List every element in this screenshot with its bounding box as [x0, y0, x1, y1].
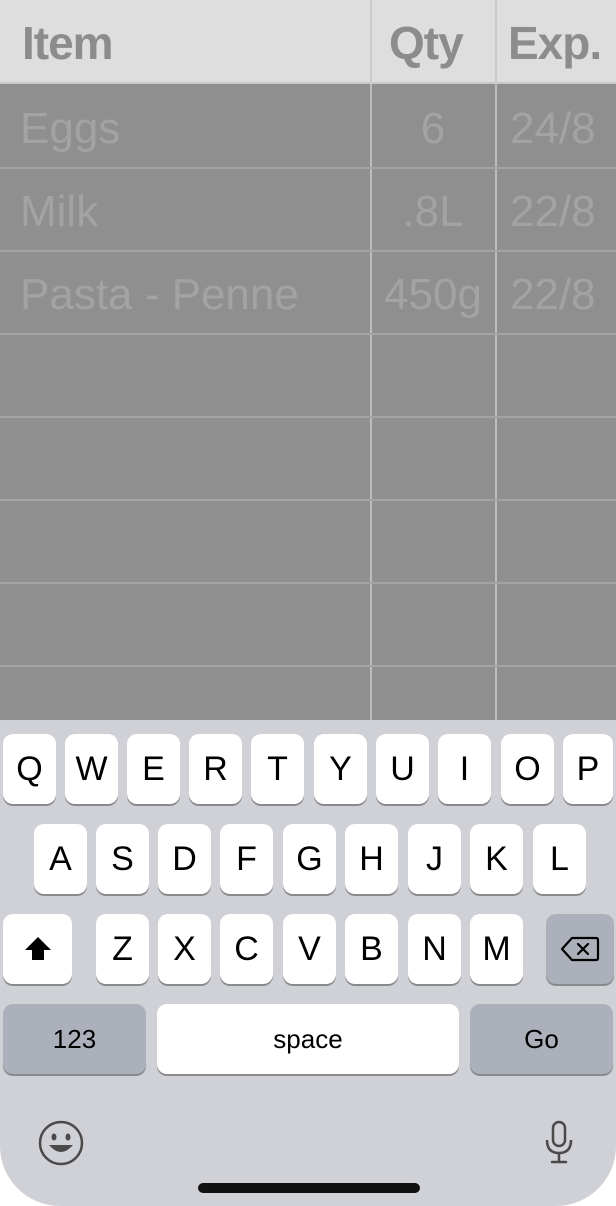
key-h[interactable]: H: [345, 824, 398, 894]
key-v[interactable]: V: [283, 914, 336, 984]
column-divider: [370, 0, 372, 84]
key-o[interactable]: O: [501, 734, 554, 804]
shift-key[interactable]: [3, 914, 72, 984]
key-b[interactable]: B: [345, 914, 398, 984]
item-cell[interactable]: [20, 501, 365, 582]
table-row[interactable]: [0, 584, 616, 667]
key-u[interactable]: U: [376, 734, 429, 804]
table-row[interactable]: [0, 418, 616, 501]
table-row[interactable]: [0, 667, 616, 720]
on-screen-keyboard: Q W E R T Y U I O P A S D F G H J K L Z …: [0, 720, 616, 1206]
shift-icon: [23, 935, 53, 963]
key-r[interactable]: R: [189, 734, 242, 804]
exp-cell[interactable]: 22/8: [510, 252, 616, 333]
pantry-table: Item Qty Exp. Eggs 6 24/8 Milk .8L 22/8 …: [0, 0, 616, 720]
exp-cell[interactable]: 24/8: [510, 86, 616, 167]
key-k[interactable]: K: [470, 824, 523, 894]
key-z[interactable]: Z: [96, 914, 149, 984]
delete-key[interactable]: [546, 914, 614, 984]
qty-cell[interactable]: 450g: [372, 252, 494, 333]
header-qty: Qty: [389, 17, 464, 69]
space-key[interactable]: space: [157, 1004, 459, 1074]
item-cell[interactable]: Pasta - Penne: [20, 252, 365, 333]
key-p[interactable]: P: [563, 734, 613, 804]
qty-cell[interactable]: [372, 584, 494, 665]
microphone-icon[interactable]: [538, 1118, 580, 1168]
key-x[interactable]: X: [158, 914, 211, 984]
qty-cell[interactable]: [372, 667, 494, 720]
table-row[interactable]: Eggs 6 24/8: [0, 86, 616, 169]
exp-cell[interactable]: [510, 584, 616, 665]
key-y[interactable]: Y: [314, 734, 367, 804]
exp-cell[interactable]: [510, 418, 616, 499]
home-indicator[interactable]: [198, 1183, 420, 1193]
key-t[interactable]: T: [251, 734, 304, 804]
item-cell[interactable]: Milk: [20, 169, 365, 250]
qty-cell[interactable]: .8L: [372, 169, 494, 250]
key-i[interactable]: I: [438, 734, 491, 804]
key-l[interactable]: L: [533, 824, 586, 894]
table-row[interactable]: Milk .8L 22/8: [0, 169, 616, 252]
item-cell[interactable]: Eggs: [20, 86, 365, 167]
table-row[interactable]: [0, 501, 616, 584]
key-q[interactable]: Q: [3, 734, 56, 804]
column-divider: [495, 0, 497, 84]
table-row[interactable]: [0, 335, 616, 418]
key-j[interactable]: J: [408, 824, 461, 894]
qty-cell[interactable]: [372, 501, 494, 582]
key-m[interactable]: M: [470, 914, 523, 984]
key-a[interactable]: A: [34, 824, 87, 894]
exp-cell[interactable]: [510, 667, 616, 720]
item-cell[interactable]: [20, 584, 365, 665]
key-d[interactable]: D: [158, 824, 211, 894]
item-cell[interactable]: [20, 418, 365, 499]
exp-cell[interactable]: 22/8: [510, 169, 616, 250]
key-s[interactable]: S: [96, 824, 149, 894]
emoji-icon[interactable]: [36, 1118, 86, 1168]
key-c[interactable]: C: [220, 914, 273, 984]
key-f[interactable]: F: [220, 824, 273, 894]
table-header: Item Qty Exp.: [0, 0, 616, 84]
qty-cell[interactable]: 6: [372, 86, 494, 167]
key-e[interactable]: E: [127, 734, 180, 804]
qty-cell[interactable]: [372, 418, 494, 499]
item-cell[interactable]: [20, 335, 365, 416]
exp-cell[interactable]: [510, 335, 616, 416]
go-key[interactable]: Go: [470, 1004, 613, 1074]
exp-cell[interactable]: [510, 501, 616, 582]
delete-icon: [560, 935, 600, 963]
numbers-key[interactable]: 123: [3, 1004, 146, 1074]
key-w[interactable]: W: [65, 734, 118, 804]
table-row[interactable]: Pasta - Penne 450g 22/8: [0, 252, 616, 335]
key-g[interactable]: G: [283, 824, 336, 894]
key-n[interactable]: N: [408, 914, 461, 984]
item-cell[interactable]: [20, 667, 365, 720]
qty-cell[interactable]: [372, 335, 494, 416]
header-item: Item: [22, 17, 114, 69]
header-exp: Exp.: [508, 17, 602, 69]
